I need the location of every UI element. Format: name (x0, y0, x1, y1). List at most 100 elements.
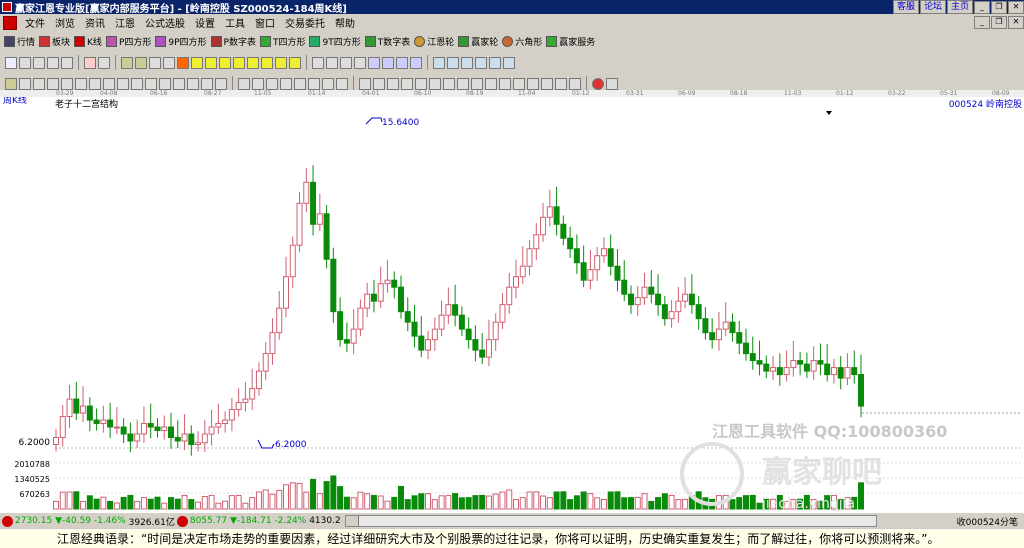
slash3-icon[interactable] (187, 77, 199, 90)
vline-icon[interactable] (19, 77, 31, 90)
homepage-link[interactable]: 主页 (946, 0, 973, 14)
dropdown-arrow-icon[interactable] (826, 111, 832, 115)
wave3-icon[interactable] (266, 77, 278, 90)
scale7-icon[interactable] (485, 77, 497, 90)
winner-wheel-button[interactable]: 赢家轮 (458, 35, 498, 48)
service-button[interactable]: 赢家服务 (546, 35, 595, 48)
9t-square-button[interactable]: 9T四方形 (309, 35, 361, 48)
screen-icon[interactable] (433, 56, 445, 69)
pen-tool-icon[interactable] (98, 56, 110, 69)
ruler-tool-icon[interactable] (47, 56, 59, 69)
menu-trade[interactable]: 交易委托 (280, 15, 330, 30)
scale10-icon[interactable] (527, 77, 539, 90)
monitor-icon[interactable] (461, 56, 473, 69)
slash4-icon[interactable] (201, 77, 213, 90)
customer-service-link[interactable]: 客服 (892, 0, 919, 14)
t-square-button[interactable]: T四方形 (259, 35, 305, 48)
tick-detail-label[interactable]: 收000524分笔 (957, 515, 1018, 528)
left-arrow-icon[interactable] (149, 56, 161, 69)
zigzag-icon[interactable] (354, 56, 366, 69)
hand-icon[interactable] (312, 56, 324, 69)
tools-icon[interactable] (503, 56, 515, 69)
wave7-icon[interactable] (322, 77, 334, 90)
scale5-icon[interactable] (457, 77, 469, 90)
fork4-icon[interactable] (89, 77, 101, 90)
mdi-close-button[interactable]: ✕ (1008, 16, 1024, 29)
fork5-icon[interactable] (103, 77, 115, 90)
slash2-icon[interactable] (173, 77, 185, 90)
wave6-icon[interactable] (308, 77, 320, 90)
wave2-icon[interactable] (252, 77, 264, 90)
cut-icon[interactable] (489, 56, 501, 69)
scale13-icon[interactable] (569, 77, 581, 90)
gann-wheel-button[interactable]: 江恩轮 (414, 35, 454, 48)
scale9-icon[interactable] (513, 77, 525, 90)
cross-icon[interactable] (131, 77, 143, 90)
diamond3-icon[interactable] (219, 56, 231, 69)
wave4-icon[interactable] (280, 77, 292, 90)
scale3-icon[interactable] (429, 77, 441, 90)
menu-window[interactable]: 窗口 (250, 15, 280, 30)
window-icon[interactable] (475, 56, 487, 69)
vline2-icon[interactable] (33, 77, 45, 90)
diamond-icon[interactable] (191, 56, 203, 69)
wave-icon[interactable] (396, 56, 408, 69)
kline-button[interactable]: K线 (74, 35, 102, 48)
right-arrow-icon[interactable] (163, 56, 175, 69)
scale11-icon[interactable] (541, 77, 553, 90)
table-icon[interactable] (447, 56, 459, 69)
grid-tool-icon[interactable] (19, 56, 31, 69)
menu-help[interactable]: 帮助 (330, 15, 360, 30)
sh-index-icon[interactable] (2, 515, 13, 527)
wave5-icon[interactable] (294, 77, 306, 90)
minimize-button[interactable]: _ (974, 0, 990, 14)
arc-icon[interactable] (410, 56, 422, 69)
horizontal-scrollbar[interactable] (344, 515, 877, 527)
arrow-up-icon[interactable] (326, 56, 338, 69)
slash-icon[interactable] (159, 77, 171, 90)
color-wheel-icon[interactable] (592, 77, 604, 90)
close-button[interactable]: ✕ (1008, 0, 1024, 14)
scroll-thumb[interactable] (345, 516, 359, 526)
p-table-button[interactable]: P数字表 (210, 35, 256, 48)
text-tool-icon[interactable] (5, 56, 17, 69)
menu-tools[interactable]: 工具 (220, 15, 250, 30)
slash5-icon[interactable] (215, 77, 227, 90)
mdi-minimize-button[interactable]: _ (974, 16, 990, 29)
fork2-icon[interactable] (61, 77, 73, 90)
sz-index-icon[interactable] (176, 515, 188, 527)
scale8-icon[interactable] (499, 77, 511, 90)
star-icon[interactable] (177, 56, 189, 69)
scale6-icon[interactable] (471, 77, 483, 90)
forum-link[interactable]: 论坛 (919, 0, 946, 14)
menu-file[interactable]: 文件 (20, 15, 50, 30)
ticks2-icon[interactable] (373, 77, 385, 90)
lines-icon[interactable] (145, 77, 157, 90)
scale-icon[interactable] (401, 77, 413, 90)
t-table-button[interactable]: T数字表 (364, 35, 410, 48)
fork-icon[interactable] (47, 77, 59, 90)
fork3-icon[interactable] (75, 77, 87, 90)
first-icon[interactable] (121, 56, 133, 69)
p-square-button[interactable]: P四方形 (105, 35, 151, 48)
bars-icon[interactable] (117, 77, 129, 90)
dotted-tool-icon[interactable] (33, 56, 45, 69)
wave8-icon[interactable] (336, 77, 348, 90)
diamond7-icon[interactable] (275, 56, 287, 69)
hexagon-button[interactable]: 六角形 (502, 35, 542, 48)
quote-button[interactable]: 行情 (4, 35, 35, 48)
sector-button[interactable]: 板块 (39, 35, 70, 48)
delete-tool-icon[interactable] (84, 56, 96, 69)
diamond5-icon[interactable] (247, 56, 259, 69)
kline-chart[interactable]: 周K线 老子十二宫结构 000524 岭南控股 6.2000 15.6400 6… (0, 97, 1024, 512)
scale2-icon[interactable] (415, 77, 427, 90)
rect-icon[interactable] (238, 77, 250, 90)
menu-info[interactable]: 资讯 (80, 15, 110, 30)
menu-gann[interactable]: 江恩 (110, 15, 140, 30)
ticks-icon[interactable] (359, 77, 371, 90)
menu-browse[interactable]: 浏览 (50, 15, 80, 30)
menu-formula[interactable]: 公式选股 (140, 15, 190, 30)
menu-settings[interactable]: 设置 (190, 15, 220, 30)
check-icon[interactable] (340, 56, 352, 69)
restore-button[interactable]: ❐ (991, 0, 1007, 14)
